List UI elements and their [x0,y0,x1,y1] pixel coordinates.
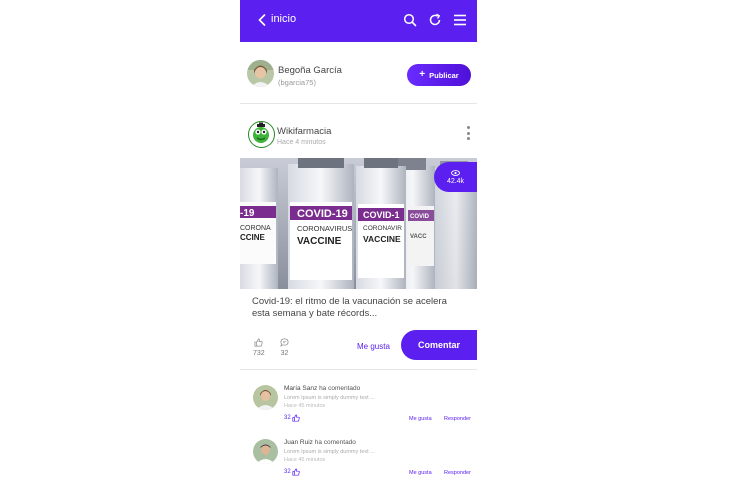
comment-bubble-icon [280,338,289,347]
vial-label-main: COVID-19 [297,208,348,220]
svg-text:CORONAVIRUS: CORONAVIRUS [297,224,352,233]
post-header: Wikifarmacia Hace 4 minutos [240,105,477,157]
top-bar: inicio [240,0,477,42]
refresh-icon[interactable] [427,12,443,28]
likes-count: 732 [253,350,265,357]
comment-author[interactable]: María Sanz [284,385,317,392]
like-button[interactable]: Me gusta [357,342,390,351]
comment-text: Lorem Ipsum is simply dummy text ... [284,449,375,455]
svg-text:COVID-1: COVID-1 [363,210,400,220]
svg-text:COVID: COVID [410,214,430,220]
comment-likes[interactable]: 32 [284,414,300,422]
comment-action: ha comentado [314,439,356,446]
comment-likes[interactable]: 32 [284,468,300,476]
publish-button[interactable]: + Publicar [407,64,471,86]
svg-text:VACC: VACC [410,234,427,240]
svg-text:VACCINE: VACCINE [297,236,342,247]
views-badge: 42.4k [434,162,477,192]
views-count: 42.4k [446,177,465,185]
profile-handle: (bgarcia75) [278,78,316,87]
app-screen: inicio Begoña García (bgarcia75) + Publi… [240,0,477,500]
avatar[interactable] [253,439,278,464]
comment-text: Lorem Ipsum is simply dummy text ... [284,395,375,401]
thumbs-up-icon [292,414,300,422]
thumbs-up-icon [292,468,300,476]
svg-text:CORONA: CORONA [240,225,271,232]
svg-text:VACCINE: VACCINE [363,234,401,244]
publish-label: Publicar [429,70,459,80]
back-chevron-icon[interactable] [258,11,272,29]
likes-stat[interactable]: 732 [253,338,265,357]
avatar[interactable] [247,60,274,87]
post-author[interactable]: Wikifarmacia [277,126,331,137]
post-actions: 732 32 Me gusta Comentar [240,330,477,370]
page-title[interactable]: inicio [271,13,296,25]
comment-like-button[interactable]: Me gusta [409,470,432,476]
profile-name[interactable]: Begoña García [278,65,342,76]
comment-time: Hace 45 minutos [284,403,326,409]
plus-icon: + [419,69,426,80]
comment-item: Juan Ruiz ha comentado Lorem Ipsum is si… [240,434,477,488]
vial-label-left: -19 [240,208,255,219]
wikifarmacia-logo[interactable] [248,121,275,148]
comments-stat[interactable]: 32 [280,338,289,357]
menu-icon[interactable] [452,12,468,28]
svg-text:CORONAVIR: CORONAVIR [363,225,402,232]
profile-row: Begoña García (bgarcia75) + Publicar [240,42,477,104]
comment-reply-button[interactable]: Responder [444,470,471,476]
post-time: Hace 4 minutos [277,139,326,146]
comment-reply-button[interactable]: Responder [444,416,471,422]
comment-action: ha comentado [319,385,361,392]
avatar[interactable] [253,385,278,410]
kebab-icon[interactable] [465,126,471,140]
comment-button[interactable]: Comentar [401,330,477,360]
comment-item: María Sanz ha comentado Lorem Ipsum is s… [240,380,477,434]
comment-like-button[interactable]: Me gusta [409,416,432,422]
search-icon[interactable] [402,12,418,28]
post-caption[interactable]: Covid-19: el ritmo de la vacunación se a… [252,296,467,320]
comments-count: 32 [280,350,289,357]
comment-time: Hace 45 minutos [284,457,326,463]
svg-text:CCINE: CCINE [240,233,266,242]
eye-icon [451,169,460,176]
comment-author[interactable]: Juan Ruiz [284,439,313,446]
thumbs-up-icon [254,338,263,347]
